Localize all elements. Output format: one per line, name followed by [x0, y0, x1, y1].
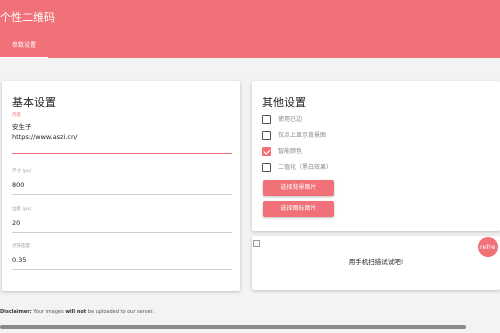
- other-settings-card: 其他设置 使用已边 仅点上显示背景图 智能颜色 二值化（黑白效果） 选择背景图片…: [252, 81, 500, 231]
- margin-label: 边距 (px): [12, 207, 32, 212]
- option-use-border[interactable]: 使用已边: [262, 115, 492, 125]
- app-title: 个性二维码: [0, 11, 55, 24]
- option-smart-color[interactable]: 智能颜色: [262, 147, 492, 157]
- disclaimer: Disclaimer: Your images will not be uplo…: [0, 309, 154, 315]
- select-icon-button[interactable]: 选择图标图片: [263, 201, 334, 217]
- basic-settings-card: 基本设置 内容 安生子 https://www.aszi.cn/ 尺寸 (px)…: [2, 81, 240, 291]
- point-density-underline: [12, 269, 232, 270]
- size-label: 尺寸 (px): [12, 169, 32, 174]
- option-label: 仅点上显示背景图: [278, 132, 327, 139]
- checkbox[interactable]: [262, 163, 271, 172]
- other-settings-title: 其他设置: [262, 96, 306, 109]
- broken-image-icon: [253, 240, 260, 247]
- content-label: 内容: [12, 113, 21, 118]
- tab-parameters[interactable]: 参数设置: [0, 38, 48, 58]
- option-bg-on-dots[interactable]: 仅点上显示背景图: [262, 131, 492, 141]
- margin-input[interactable]: 20: [12, 219, 20, 227]
- content-underline: [12, 153, 232, 155]
- size-input[interactable]: 800: [12, 181, 24, 189]
- app-header: 个性二维码 参数设置: [0, 0, 500, 58]
- checkbox[interactable]: [262, 115, 271, 124]
- qr-preview-card: refre 用手机扫描试试吧!: [252, 236, 500, 290]
- option-label: 智能颜色: [278, 148, 303, 155]
- disclaimer-suffix: be uploaded to our server.: [86, 309, 154, 315]
- refresh-button[interactable]: refre: [478, 237, 498, 257]
- basic-settings-title: 基本设置: [12, 96, 56, 109]
- size-underline: [12, 194, 232, 195]
- qr-caption: 用手机扫描试试吧!: [348, 258, 404, 266]
- option-binarize[interactable]: 二值化（黑白效果）: [262, 163, 492, 173]
- checkbox[interactable]: [262, 131, 271, 140]
- select-background-button[interactable]: 选择背景图片: [263, 180, 334, 196]
- option-label: 二值化（黑白效果）: [278, 164, 333, 171]
- margin-underline: [12, 232, 232, 233]
- horizontal-scrollbar-thumb[interactable]: [0, 325, 466, 329]
- point-density-label: 点阵密度: [12, 244, 30, 249]
- disclaimer-strong: will not: [65, 309, 87, 315]
- checkbox-checked[interactable]: [262, 147, 271, 156]
- option-label: 使用已边: [278, 116, 303, 123]
- content-line-1[interactable]: 安生子: [12, 123, 32, 131]
- disclaimer-prefix: Disclaimer:: [0, 309, 32, 315]
- content-line-2[interactable]: https://www.aszi.cn/: [12, 133, 77, 141]
- disclaimer-middle: Your images: [31, 309, 66, 315]
- point-density-input[interactable]: 0.35: [12, 256, 26, 264]
